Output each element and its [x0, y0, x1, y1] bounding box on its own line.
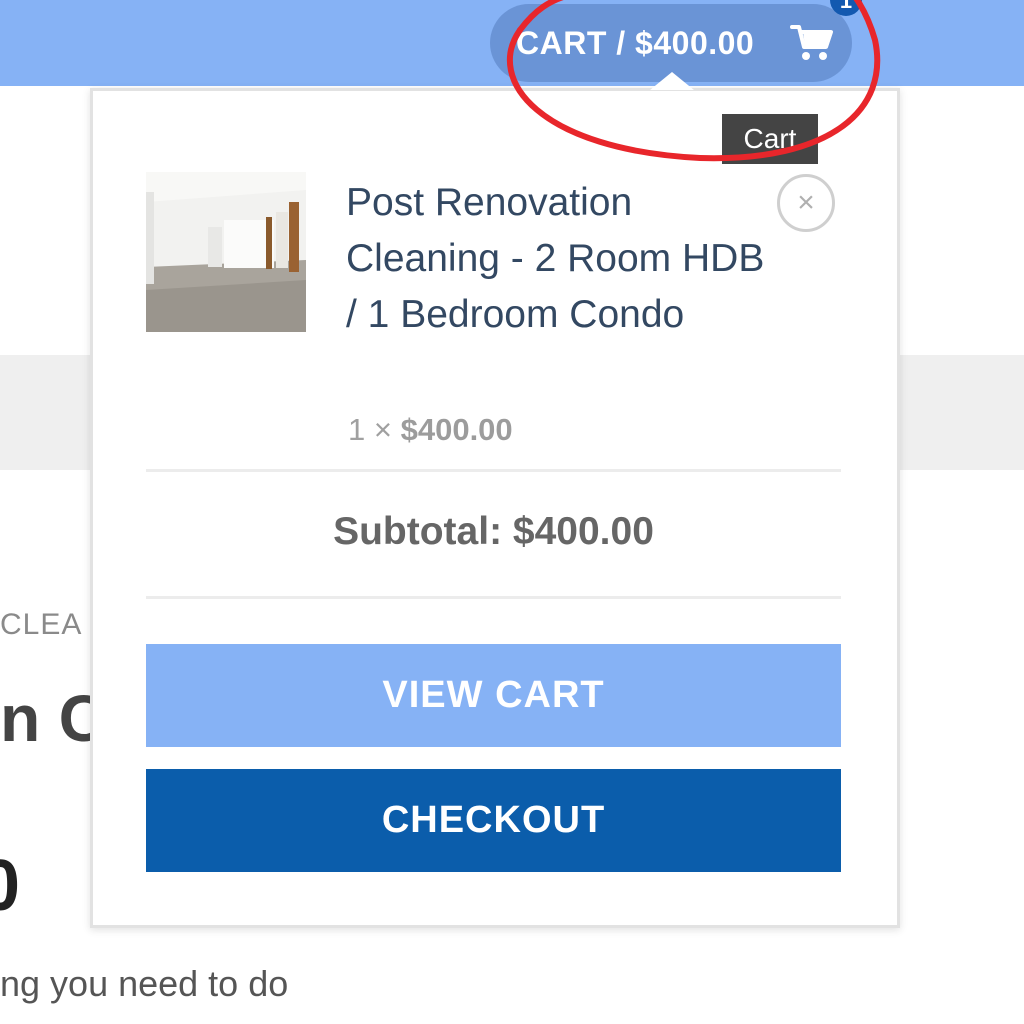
cart-tooltip: Cart	[722, 114, 818, 164]
header-cart-button[interactable]: CART / $400.00	[490, 4, 852, 82]
header-bar: CART / $400.00	[0, 0, 1024, 86]
item-price: $400.00	[400, 412, 513, 447]
subtotal-label: Subtotal:	[333, 510, 503, 553]
product-thumbnail[interactable]	[146, 172, 306, 332]
view-cart-button[interactable]: VIEW CART	[146, 644, 841, 747]
dropdown-arrow	[650, 72, 694, 90]
checkout-button[interactable]: CHECKOUT	[146, 769, 841, 872]
remove-item-button[interactable]: ×	[777, 174, 835, 232]
divider	[146, 469, 841, 472]
cart-subtotal: Subtotal: $400.00	[146, 510, 841, 554]
cart-item-title[interactable]: Post Renovation Cleaning - 2 Room HDB / …	[346, 175, 766, 343]
room-image	[146, 172, 306, 332]
quantity-value: 1	[348, 412, 366, 447]
cart-item-quantity: 1 × $400.00	[348, 412, 513, 448]
page: CLEA n C 0 ng you need to do CART / $400…	[0, 0, 1024, 1024]
subtotal-amount: $400.00	[512, 510, 654, 553]
close-circle-icon: ×	[797, 186, 815, 219]
background-breadcrumb: CLEA	[0, 608, 83, 641]
background-description: ng you need to do	[0, 963, 289, 1004]
shopping-cart-icon	[790, 25, 833, 60]
cart-total-label: CART / $400.00	[516, 24, 755, 61]
quantity-times: ×	[373, 412, 392, 447]
divider	[146, 596, 841, 599]
background-price: 0	[0, 846, 21, 926]
